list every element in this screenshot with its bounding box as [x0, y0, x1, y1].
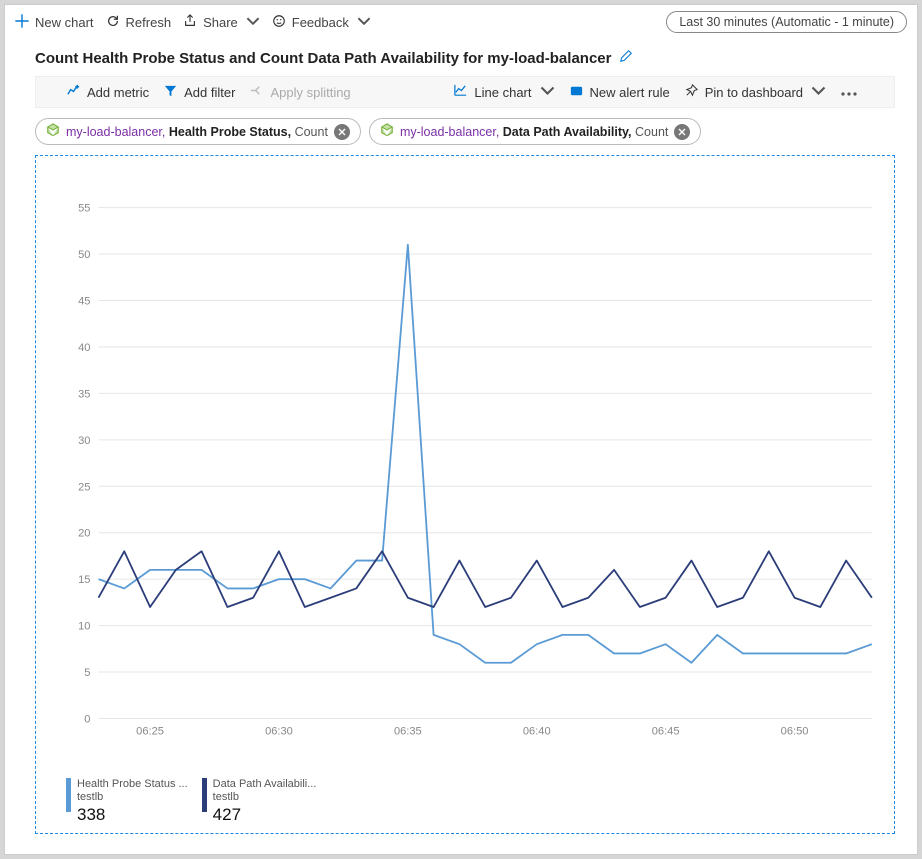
share-icon [183, 14, 197, 31]
edit-title-button[interactable] [619, 49, 633, 68]
chart-title: Count Health Probe Status and Count Data… [35, 50, 611, 67]
chart-toolbar: Add metric Add filter Apply splitting Li [35, 76, 895, 108]
new-chart-label: New chart [35, 15, 94, 30]
svg-text:25: 25 [78, 481, 90, 493]
chart-container: 0 5 10 15 20 25 30 35 40 45 50 55 06:25 06:30 06:35 06:… [35, 155, 895, 834]
svg-text:10: 10 [78, 621, 90, 633]
legend-sub: testlb [77, 791, 188, 804]
refresh-label: Refresh [126, 15, 172, 30]
svg-text:55: 55 [78, 203, 90, 215]
legend-item[interactable]: Data Path Availabili... testlb 427 [202, 778, 317, 825]
svg-text:15: 15 [78, 574, 90, 586]
filter-icon [163, 83, 178, 101]
svg-text:0: 0 [84, 714, 90, 726]
chip-text: my-load-balancer, Health Probe Status, C… [66, 125, 328, 139]
add-metric-icon [66, 83, 81, 101]
svg-text:06:30: 06:30 [265, 726, 293, 738]
legend-item[interactable]: Health Probe Status ... testlb 338 [66, 778, 188, 825]
pin-icon [684, 83, 699, 101]
share-label: Share [203, 15, 238, 30]
svg-text:45: 45 [78, 296, 90, 308]
resource-icon [46, 123, 60, 140]
legend: Health Probe Status ... testlb 338 Data … [46, 772, 884, 825]
chart-type-label: Line chart [474, 85, 531, 100]
new-alert-button[interactable]: New alert rule [569, 83, 670, 101]
split-icon [249, 83, 264, 101]
chevron-down-icon [246, 14, 260, 31]
time-range-label: Last 30 minutes (Automatic - 1 minute) [679, 15, 894, 29]
metric-chip[interactable]: my-load-balancer, Health Probe Status, C… [35, 118, 361, 145]
refresh-icon [106, 14, 120, 31]
ellipsis-icon [840, 85, 858, 100]
plus-icon [15, 14, 29, 31]
chart-type-button[interactable]: Line chart [453, 83, 554, 101]
add-metric-label: Add metric [87, 85, 149, 100]
new-alert-label: New alert rule [590, 85, 670, 100]
add-filter-button[interactable]: Add filter [163, 83, 235, 101]
legend-sub: testlb [213, 791, 317, 804]
svg-text:30: 30 [78, 435, 90, 447]
svg-text:35: 35 [78, 388, 90, 400]
feedback-button[interactable]: Feedback [272, 14, 371, 31]
chevron-down-icon [357, 14, 371, 31]
alert-icon [569, 83, 584, 101]
legend-value: 427 [213, 805, 317, 825]
apply-splitting-label: Apply splitting [270, 85, 350, 100]
svg-text:06:50: 06:50 [781, 726, 809, 738]
share-button[interactable]: Share [183, 14, 260, 31]
legend-title: Data Path Availabili... [213, 778, 317, 791]
svg-text:20: 20 [78, 528, 90, 540]
remove-chip-button[interactable] [674, 124, 690, 140]
legend-swatch [202, 778, 207, 812]
remove-chip-button[interactable] [334, 124, 350, 140]
smile-icon [272, 14, 286, 31]
svg-text:06:25: 06:25 [136, 726, 164, 738]
chevron-down-icon [811, 83, 826, 101]
pin-dashboard-button[interactable]: Pin to dashboard [684, 83, 826, 101]
svg-text:06:35: 06:35 [394, 726, 422, 738]
more-options-button[interactable] [840, 85, 858, 100]
metric-chips: my-load-balancer, Health Probe Status, C… [5, 118, 917, 155]
legend-title: Health Probe Status ... [77, 778, 188, 791]
time-range-pill[interactable]: Last 30 minutes (Automatic - 1 minute) [666, 11, 907, 33]
svg-text:06:40: 06:40 [523, 726, 551, 738]
chip-text: my-load-balancer, Data Path Availability… [400, 125, 668, 139]
add-metric-button[interactable]: Add metric [66, 83, 149, 101]
legend-value: 338 [77, 805, 188, 825]
new-chart-button[interactable]: New chart [15, 14, 94, 31]
svg-text:5: 5 [84, 667, 90, 679]
line-chart-icon [453, 83, 468, 101]
chart-title-row: Count Health Probe Status and Count Data… [5, 39, 917, 76]
chevron-down-icon [540, 83, 555, 101]
top-toolbar: New chart Refresh Share [5, 5, 917, 39]
apply-splitting-button: Apply splitting [249, 83, 350, 101]
svg-text:50: 50 [78, 249, 90, 261]
add-filter-label: Add filter [184, 85, 235, 100]
resource-icon [380, 123, 394, 140]
svg-text:40: 40 [78, 342, 90, 354]
refresh-button[interactable]: Refresh [106, 14, 172, 31]
line-chart: 0 5 10 15 20 25 30 35 40 45 50 55 06:25 06:30 06:35 06:… [46, 168, 884, 772]
metric-chip[interactable]: my-load-balancer, Data Path Availability… [369, 118, 701, 145]
legend-swatch [66, 778, 71, 812]
feedback-label: Feedback [292, 15, 349, 30]
svg-text:06:45: 06:45 [652, 726, 680, 738]
metrics-card: New chart Refresh Share [4, 4, 918, 855]
pin-dashboard-label: Pin to dashboard [705, 85, 803, 100]
